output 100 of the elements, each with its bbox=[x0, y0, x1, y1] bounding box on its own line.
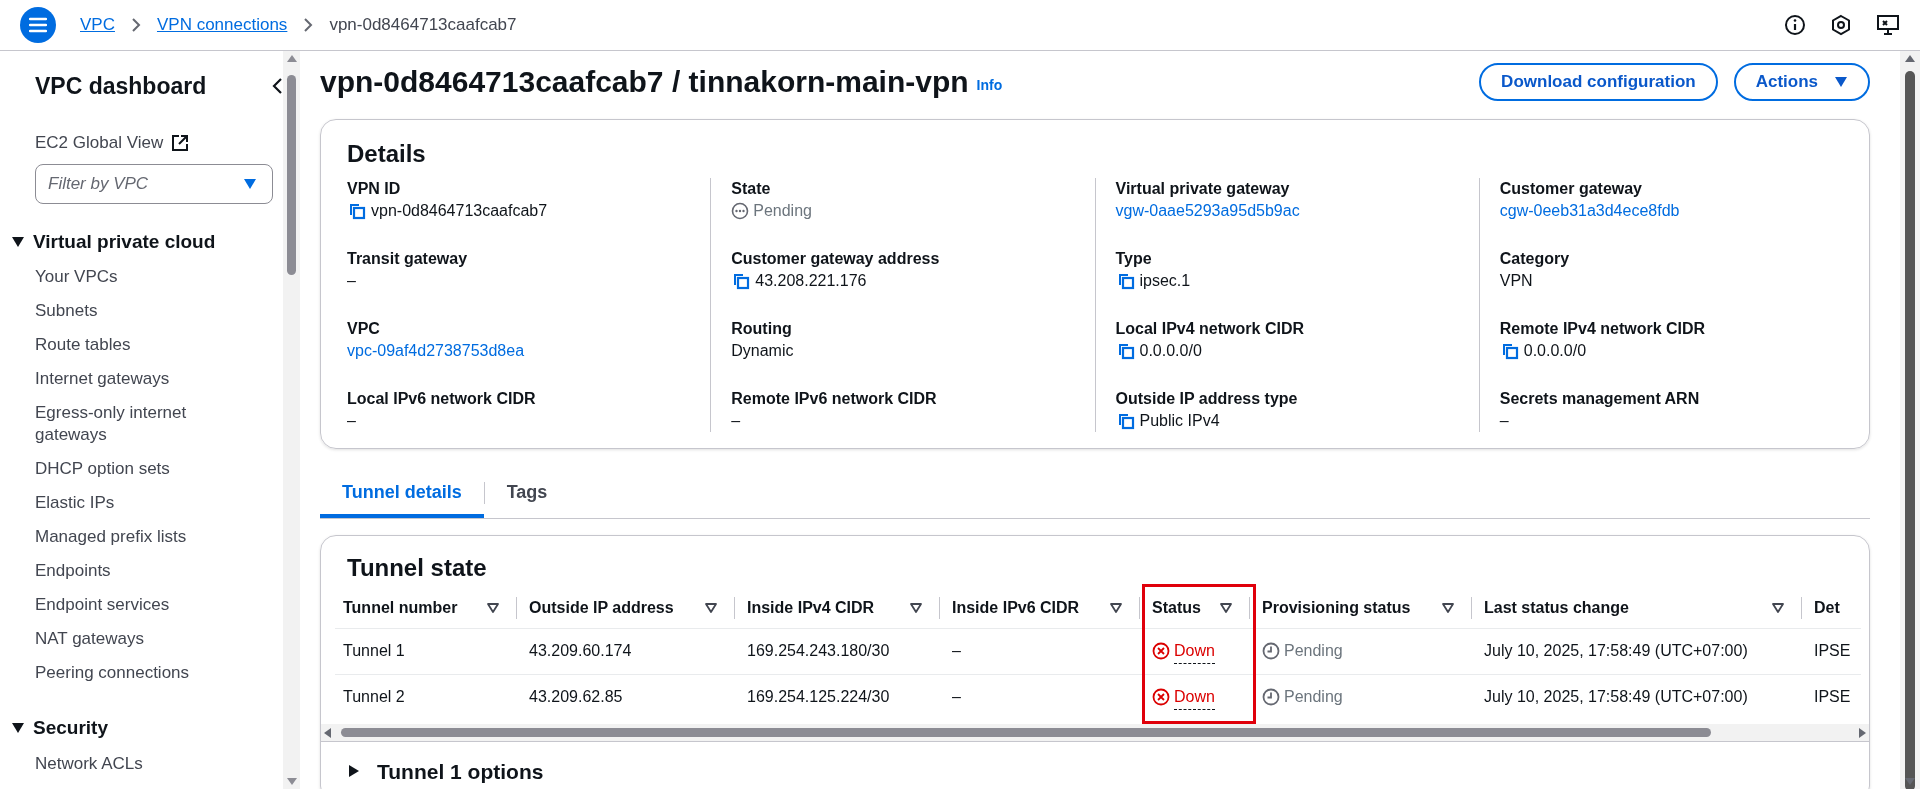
scrollbar[interactable] bbox=[283, 51, 300, 789]
field-label: Outside IP address type bbox=[1115, 388, 1299, 409]
hexagon-icon[interactable] bbox=[1830, 14, 1852, 37]
field-label: Virtual private gateway bbox=[1115, 178, 1291, 199]
external-link-icon bbox=[171, 133, 190, 152]
panel-heading: Tunnel state bbox=[346, 552, 488, 583]
sidebar-item[interactable]: Your VPCs bbox=[35, 260, 225, 295]
tab[interactable]: Tunnel details bbox=[320, 468, 484, 518]
menu-button[interactable] bbox=[20, 7, 56, 44]
error-icon bbox=[1152, 642, 1170, 661]
field-label: VPN ID bbox=[347, 178, 402, 199]
sidebar-item[interactable]: Route tables bbox=[35, 328, 225, 363]
sidebar-item[interactable]: DHCP option sets bbox=[35, 452, 225, 487]
sidebar-link[interactable]: EC2 Global View bbox=[35, 125, 283, 160]
scrollbar[interactable] bbox=[1900, 51, 1920, 789]
sidebar-section-title[interactable]: Virtual private cloud bbox=[33, 227, 216, 257]
field-label: State bbox=[731, 178, 772, 199]
sidebar-item[interactable]: Subnets bbox=[35, 294, 225, 329]
breadcrumb-link[interactable]: VPN connections bbox=[156, 12, 288, 38]
column-header[interactable]: Tunnel number bbox=[335, 587, 521, 628]
horizontal-scrollbar[interactable] bbox=[321, 723, 1869, 741]
field-value: Public IPv4 bbox=[1139, 410, 1220, 431]
table-cell-text: – bbox=[952, 687, 961, 708]
field-label: Routing bbox=[731, 318, 793, 339]
sort-icon[interactable] bbox=[909, 601, 923, 614]
page-title: vpn-0d8464713caafcab7 / tinnakorn-main-vpn bbox=[320, 63, 969, 100]
menu-icon bbox=[29, 17, 47, 34]
field-link[interactable]: vpc-09af4d2738753d8ea bbox=[347, 339, 525, 362]
sort-icon[interactable] bbox=[1219, 601, 1233, 614]
clock-icon bbox=[1262, 642, 1280, 661]
status-text: Down bbox=[1174, 638, 1215, 664]
chevron-left-icon[interactable] bbox=[271, 77, 283, 96]
field-label: Customer gateway address bbox=[731, 248, 941, 269]
field-label: Secrets management ARN bbox=[1499, 388, 1701, 409]
caret-down-icon bbox=[243, 177, 257, 190]
sidebar-item[interactable]: Internet gateways bbox=[35, 362, 225, 397]
field-value: Dynamic bbox=[731, 340, 794, 361]
field-value: 0.0.0.0/0 bbox=[1139, 340, 1202, 361]
field-label: Local IPv6 network CIDR bbox=[347, 388, 537, 409]
column-header[interactable]: Provisioning status bbox=[1254, 587, 1476, 628]
column-header[interactable]: Inside IPv6 CIDR bbox=[944, 587, 1144, 628]
field-value: vpn-0d8464713caafcab7 bbox=[371, 200, 548, 221]
column-header[interactable]: Status bbox=[1144, 587, 1254, 628]
column-header[interactable]: Outside IP address bbox=[521, 587, 739, 628]
monitor-icon[interactable] bbox=[1876, 14, 1900, 37]
field-value: 43.208.221.176 bbox=[755, 270, 867, 291]
sidebar-item[interactable]: Endpoint services bbox=[35, 588, 225, 623]
field-label: Remote IPv6 network CIDR bbox=[731, 388, 938, 409]
pending-icon bbox=[731, 201, 750, 220]
table-cell-text: 169.254.243.180/30 bbox=[747, 641, 890, 662]
field-label: VPC bbox=[347, 318, 381, 339]
column-header[interactable]: Inside IPv4 CIDR bbox=[739, 587, 944, 628]
filter-dropdown[interactable]: Filter by VPC bbox=[35, 163, 273, 204]
caret-right-icon[interactable] bbox=[347, 764, 361, 779]
chevron-right-icon bbox=[130, 17, 141, 34]
sidebar-item[interactable]: Managed prefix lists bbox=[35, 520, 225, 555]
table-cell-text: July 10, 2025, 17:58:49 (UTC+07:00) bbox=[1484, 641, 1748, 662]
section-title[interactable]: Tunnel 1 options bbox=[377, 755, 544, 788]
column-header[interactable]: Det bbox=[1806, 587, 1861, 628]
sort-icon[interactable] bbox=[704, 601, 718, 614]
field-value: VPN bbox=[1499, 270, 1533, 291]
field-label: Customer gateway bbox=[1499, 178, 1643, 199]
column-header[interactable]: Last status change bbox=[1476, 587, 1806, 628]
sidebar-item[interactable]: Endpoints bbox=[35, 554, 225, 589]
field-value: – bbox=[347, 410, 356, 431]
sidebar-item[interactable]: Egress-only internet gateways bbox=[35, 396, 225, 453]
table-cell-text: July 10, 2025, 17:58:49 (UTC+07:00) bbox=[1484, 687, 1748, 708]
field-value: 0.0.0.0/0 bbox=[1523, 340, 1587, 361]
sort-icon[interactable] bbox=[1771, 601, 1785, 614]
table-cell-text: IPSE bbox=[1814, 687, 1851, 708]
field-label: Remote IPv4 network CIDR bbox=[1499, 318, 1707, 339]
field-label: Transit gateway bbox=[347, 248, 469, 269]
table-cell-text: 169.254.125.224/30 bbox=[747, 687, 890, 708]
breadcrumb-current: vpn-0d8464713caafcab7 bbox=[329, 14, 517, 37]
clock-icon bbox=[1262, 688, 1280, 707]
sort-icon[interactable] bbox=[486, 601, 500, 614]
field-label: Type bbox=[1115, 248, 1153, 269]
caret-down-icon[interactable] bbox=[11, 234, 25, 249]
sidebar-item[interactable]: Elastic IPs bbox=[35, 486, 225, 521]
status-text: Pending bbox=[753, 200, 812, 221]
panel-heading: Details bbox=[346, 138, 427, 169]
sidebar-title: VPC dashboard bbox=[35, 72, 207, 102]
status-text: Pending bbox=[1284, 641, 1343, 662]
field-link[interactable]: cgw-0eeb31a3d4ece8fdb bbox=[1499, 199, 1680, 222]
sidebar-item[interactable]: NAT gateways bbox=[35, 622, 225, 657]
field-value: – bbox=[731, 410, 741, 431]
download-button[interactable]: Download configuration bbox=[1479, 63, 1718, 101]
sort-icon[interactable] bbox=[1109, 601, 1123, 614]
status-text: Pending bbox=[1284, 687, 1343, 708]
sidebar-item[interactable]: Network ACLs bbox=[35, 746, 225, 781]
info-icon[interactable] bbox=[1784, 14, 1806, 37]
field-value: ipsec.1 bbox=[1139, 270, 1191, 291]
info-link[interactable]: Info bbox=[976, 75, 1003, 97]
actions-dropdown[interactable]: Actions bbox=[1733, 63, 1870, 101]
field-link[interactable]: vgw-0aae5293a95d5b9ac bbox=[1115, 199, 1300, 222]
sort-icon[interactable] bbox=[1441, 601, 1455, 614]
sidebar-item[interactable]: Peering connections bbox=[35, 656, 225, 691]
tab[interactable]: Tags bbox=[484, 468, 570, 518]
sidebar-section-title[interactable]: Security bbox=[33, 714, 108, 743]
breadcrumb-link[interactable]: VPC bbox=[80, 12, 115, 38]
